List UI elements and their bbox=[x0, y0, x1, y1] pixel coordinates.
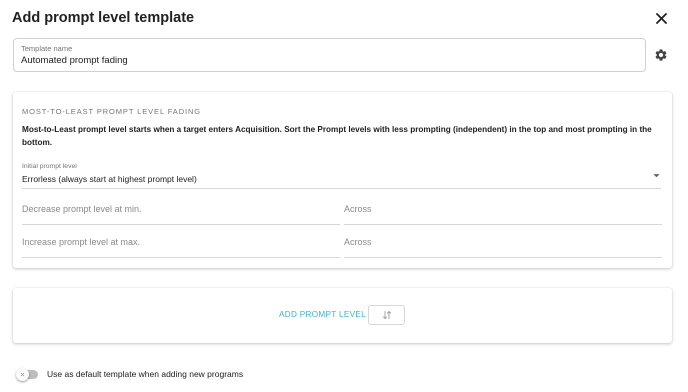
section-title: MOST-TO-LEAST PROMPT LEVEL FADING bbox=[22, 107, 202, 116]
increase-prompt-field[interactable] bbox=[22, 230, 340, 258]
caret-down-icon bbox=[653, 174, 660, 178]
close-icon bbox=[20, 372, 25, 376]
default-template-label: Use as default template when adding new … bbox=[47, 369, 244, 379]
settings-button[interactable] bbox=[652, 46, 670, 64]
close-button[interactable] bbox=[650, 7, 672, 29]
add-prompt-level-card: ADD PROMPT LEVEL bbox=[13, 288, 672, 343]
toggle-knob bbox=[16, 367, 29, 381]
gear-icon bbox=[655, 49, 667, 61]
increase-across-input[interactable] bbox=[344, 237, 662, 247]
template-name-field[interactable]: Template name bbox=[13, 38, 646, 72]
initial-prompt-level-label: Initial prompt level bbox=[22, 163, 77, 170]
decrease-prompt-field[interactable] bbox=[22, 197, 340, 225]
section-description: Most-to-Least prompt level starts when a… bbox=[22, 125, 652, 147]
sort-button[interactable] bbox=[368, 305, 405, 325]
increase-prompt-input[interactable] bbox=[22, 237, 340, 247]
decrease-across-field[interactable] bbox=[344, 197, 662, 225]
decrease-prompt-input[interactable] bbox=[22, 204, 340, 214]
increase-across-field[interactable] bbox=[344, 230, 662, 258]
add-prompt-level-button[interactable]: ADD PROMPT LEVEL bbox=[279, 310, 366, 319]
template-name-label: Template name bbox=[21, 44, 73, 53]
default-template-toggle-row: Use as default template when adding new … bbox=[16, 367, 244, 381]
default-template-toggle[interactable] bbox=[16, 367, 38, 381]
decrease-across-input[interactable] bbox=[344, 204, 662, 214]
initial-prompt-level-select[interactable]: Initial prompt level Errorless (always s… bbox=[22, 163, 661, 189]
sort-icon bbox=[382, 311, 391, 319]
dialog-title: Add prompt level template bbox=[12, 10, 195, 26]
close-icon bbox=[655, 12, 667, 24]
fading-settings-card: MOST-TO-LEAST PROMPT LEVEL FADING Most-t… bbox=[13, 92, 672, 268]
template-name-input[interactable] bbox=[21, 55, 621, 66]
initial-prompt-level-value: Errorless (always start at highest promp… bbox=[22, 174, 197, 184]
